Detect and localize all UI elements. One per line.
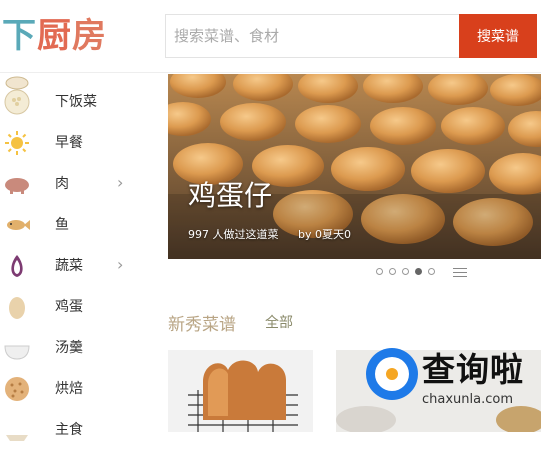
section-all-link[interactable]: 全部: [265, 312, 293, 332]
watermark-text: 查询啦: [422, 350, 524, 389]
sidebar-item-fish[interactable]: 鱼: [0, 205, 150, 246]
carousel-dot-active[interactable]: [415, 268, 422, 275]
onion-icon: [11, 255, 23, 277]
logo-char-1: 下: [2, 16, 36, 56]
sidebar-item-label: 下饭菜: [55, 94, 97, 110]
cookie-icon: [5, 377, 29, 401]
search-input[interactable]: [166, 15, 459, 57]
banner-meta: 997 人做过这道菜 by 0夏天0: [188, 226, 367, 242]
sidebar-item-vegetable[interactable]: 蔬菜 ›: [0, 246, 150, 287]
watermark-url: chaxunla.com: [422, 392, 513, 407]
carousel-dot[interactable]: [389, 268, 396, 275]
carousel-dot[interactable]: [376, 268, 383, 275]
staple-food-icon: [6, 435, 28, 441]
sidebar-item-egg[interactable]: 鸡蛋: [0, 287, 150, 328]
sidebar-item-label: 蔬菜: [55, 258, 83, 274]
banner-title[interactable]: 鸡蛋仔: [188, 174, 272, 214]
search-button[interactable]: 搜菜谱: [459, 14, 537, 58]
category-sidebar: 下饭菜 早餐 肉 › 鱼 蔬菜 › 鸡蛋 汤羹 烘焙 主食: [0, 73, 160, 441]
chevron-right-icon: ›: [117, 255, 124, 274]
sidebar-item-breakfast[interactable]: 早餐: [0, 123, 150, 164]
sidebar-item-label: 主食: [55, 422, 83, 438]
sidebar-item-label: 鸡蛋: [55, 299, 83, 315]
sidebar-item-label: 早餐: [55, 135, 83, 151]
recipe-card[interactable]: [168, 350, 313, 432]
sidebar-item-label: 肉: [55, 176, 69, 192]
chevron-right-icon: ›: [117, 173, 124, 192]
hero-banner[interactable]: 鸡蛋仔 997 人做过这道菜 by 0夏天0: [168, 74, 541, 259]
watermark-logo-icon: [366, 348, 418, 400]
carousel-indicators: [376, 268, 435, 275]
list-view-icon[interactable]: [453, 268, 467, 278]
banner-count: 997 人做过这道菜: [188, 228, 279, 241]
sidebar-item-label: 烘焙: [55, 381, 83, 397]
search-box: [165, 14, 459, 58]
site-logo[interactable]: 下 厨 房: [2, 14, 106, 58]
pig-icon: [5, 178, 29, 194]
soup-bowl-icon: [4, 345, 30, 360]
section-title: 新秀菜谱: [168, 315, 236, 335]
fish-icon: [7, 220, 30, 230]
sidebar-item-label: 汤羹: [55, 340, 83, 356]
sidebar-item-staple[interactable]: 主食: [0, 410, 150, 451]
logo-char-2: 厨: [37, 16, 71, 56]
carousel-dot[interactable]: [428, 268, 435, 275]
sidebar-item-meat[interactable]: 肉 ›: [0, 164, 150, 205]
sidebar-item-soup[interactable]: 汤羹: [0, 328, 150, 369]
bread-image: [168, 350, 313, 432]
sidebar-item-label: 鱼: [55, 217, 69, 233]
sidebar-item-baking[interactable]: 烘焙: [0, 369, 150, 410]
egg-icon: [9, 297, 25, 319]
carousel-dot[interactable]: [402, 268, 409, 275]
logo-char-3: 房: [72, 16, 106, 56]
banner-author[interactable]: by 0夏天0: [298, 228, 351, 241]
sun-icon: [5, 131, 29, 155]
rice-bowl-icon: [4, 89, 30, 115]
watermark: 查询啦 chaxunla.com: [366, 348, 541, 428]
sidebar-item-rice[interactable]: 下饭菜: [0, 82, 150, 123]
